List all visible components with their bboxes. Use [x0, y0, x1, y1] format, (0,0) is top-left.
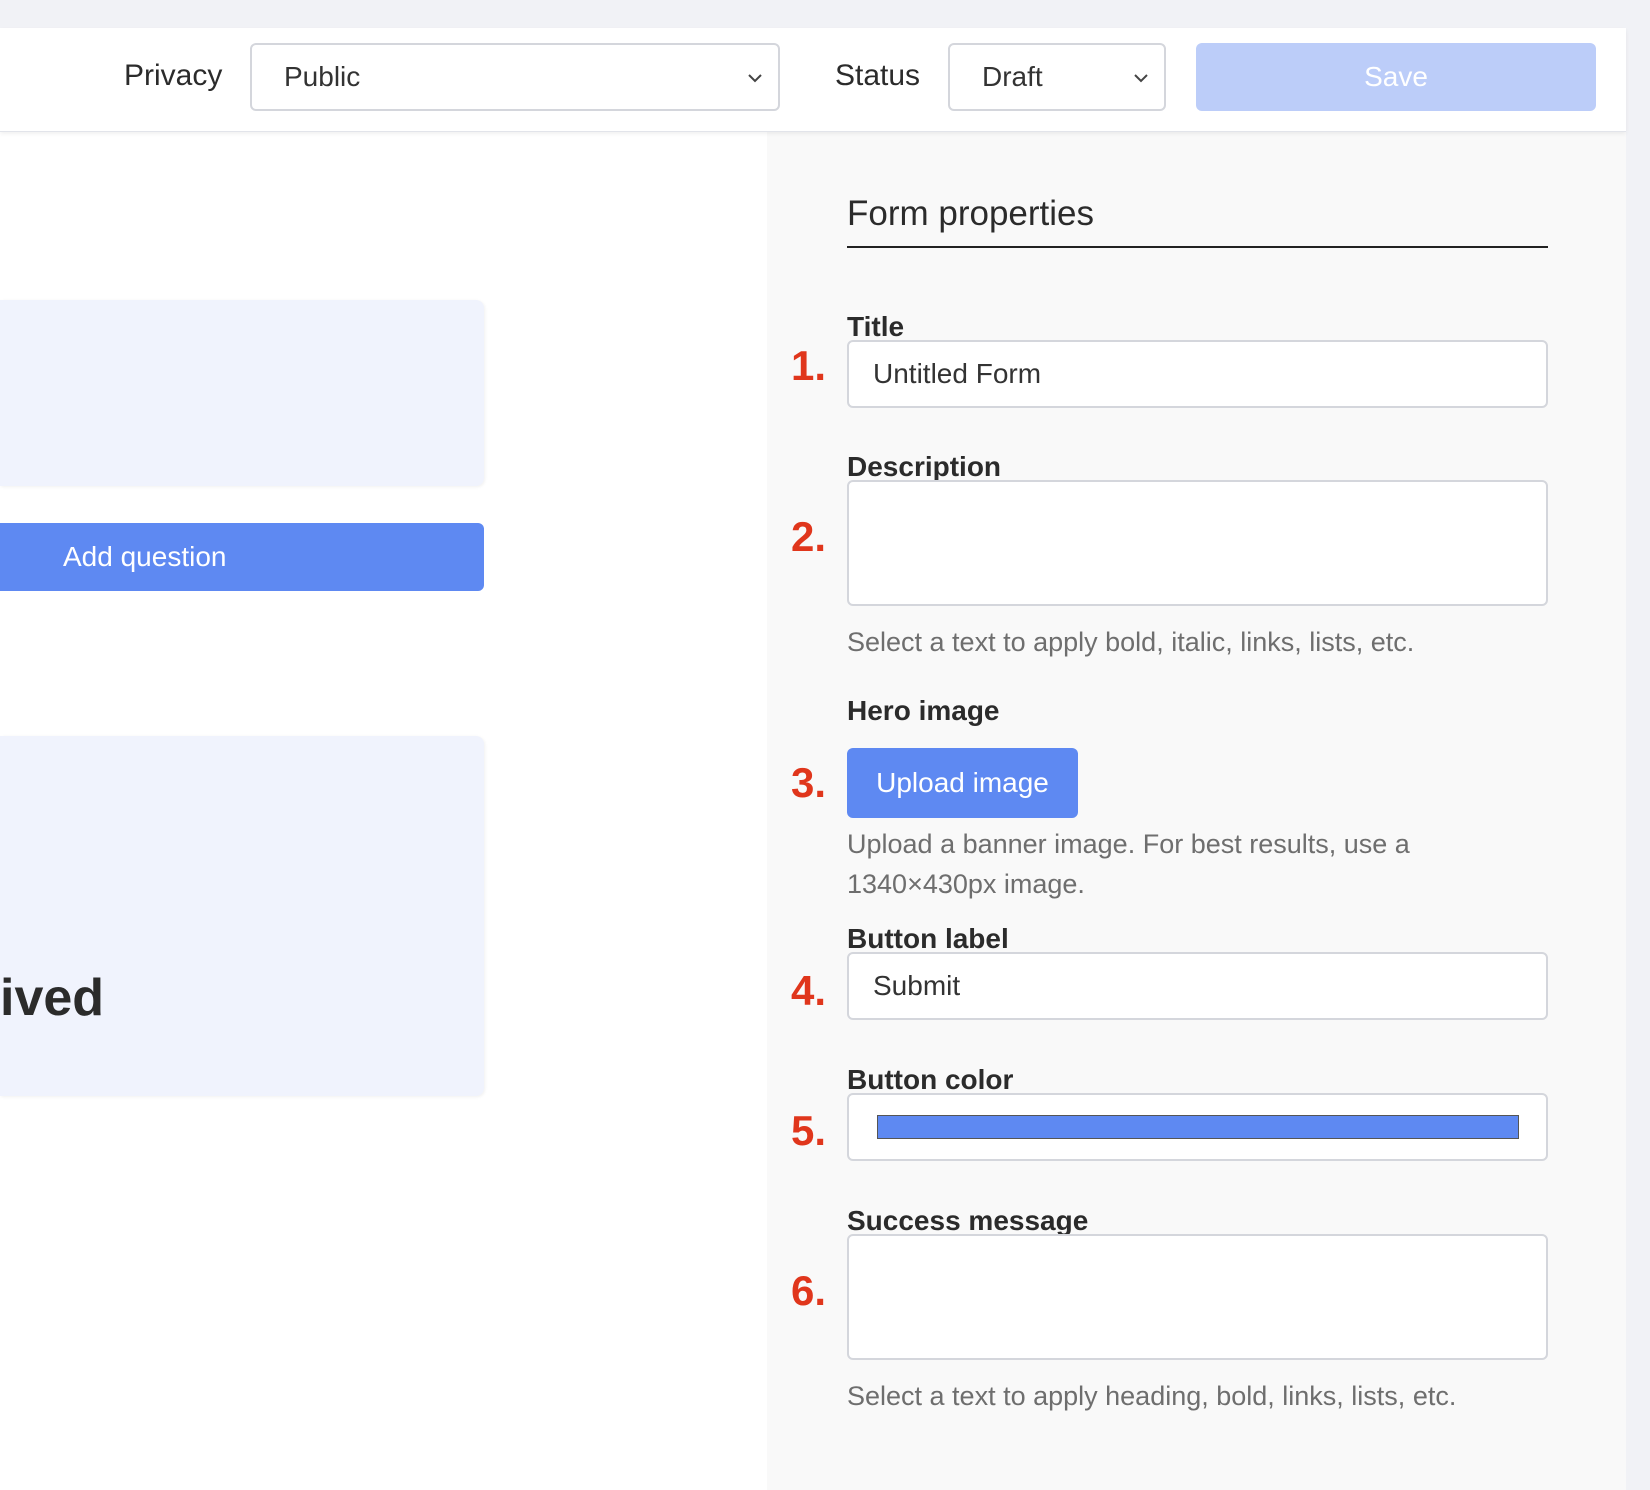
marker-3: 3.	[791, 759, 827, 806]
status-select-value: Draft	[982, 61, 1043, 92]
button-color-swatch	[877, 1115, 1519, 1139]
button-label-label: Button label	[847, 923, 1009, 954]
form-header-card[interactable]	[0, 300, 484, 486]
description-editor[interactable]	[847, 480, 1548, 606]
form-builder-app: Privacy Public Status Draft Save Add que…	[0, 28, 1626, 1490]
marker-5: 5.	[791, 1107, 827, 1154]
title-divider	[847, 246, 1548, 248]
form-canvas: Add question ived	[0, 132, 767, 1490]
chevron-down-icon	[1134, 74, 1148, 83]
description-help: Select a text to apply bold, italic, lin…	[847, 627, 1415, 657]
privacy-select[interactable]: Public	[250, 43, 780, 111]
hero-image-help: Upload a banner image. For best results,…	[847, 829, 1410, 899]
success-card-heading: ived	[0, 969, 105, 1027]
privacy-select-value: Public	[284, 61, 361, 92]
success-message-label: Success message	[847, 1205, 1089, 1236]
title-input[interactable]: Untitled Form	[847, 340, 1548, 408]
form-properties-panel: Form properties Title 1. Untitled Form D…	[767, 132, 1626, 1490]
title-label: Title	[847, 311, 905, 342]
description-label: Description	[847, 451, 1002, 482]
hero-image-label: Hero image	[847, 695, 1000, 726]
privacy-label: Privacy	[124, 59, 223, 92]
status-select[interactable]: Draft	[948, 43, 1166, 111]
success-message-help: Select a text to apply heading, bold, li…	[847, 1381, 1457, 1411]
chevron-down-icon	[748, 74, 762, 83]
marker-2: 2.	[791, 513, 827, 560]
button-color-picker[interactable]	[847, 1093, 1548, 1161]
marker-4: 4.	[791, 967, 827, 1014]
success-message-editor[interactable]	[847, 1234, 1548, 1360]
top-toolbar: Privacy Public Status Draft Save	[0, 28, 1626, 132]
panel-title: Form properties	[847, 194, 1095, 233]
add-question-button[interactable]: Add question	[0, 523, 484, 591]
marker-1: 1.	[791, 342, 827, 389]
button-label-input[interactable]: Submit	[847, 952, 1548, 1020]
status-label: Status	[835, 59, 921, 92]
success-card[interactable]	[0, 736, 484, 1096]
save-button[interactable]: Save	[1196, 43, 1596, 111]
button-color-label: Button color	[847, 1064, 1014, 1095]
marker-6: 6.	[791, 1267, 827, 1314]
upload-image-button[interactable]: Upload image	[847, 748, 1078, 818]
